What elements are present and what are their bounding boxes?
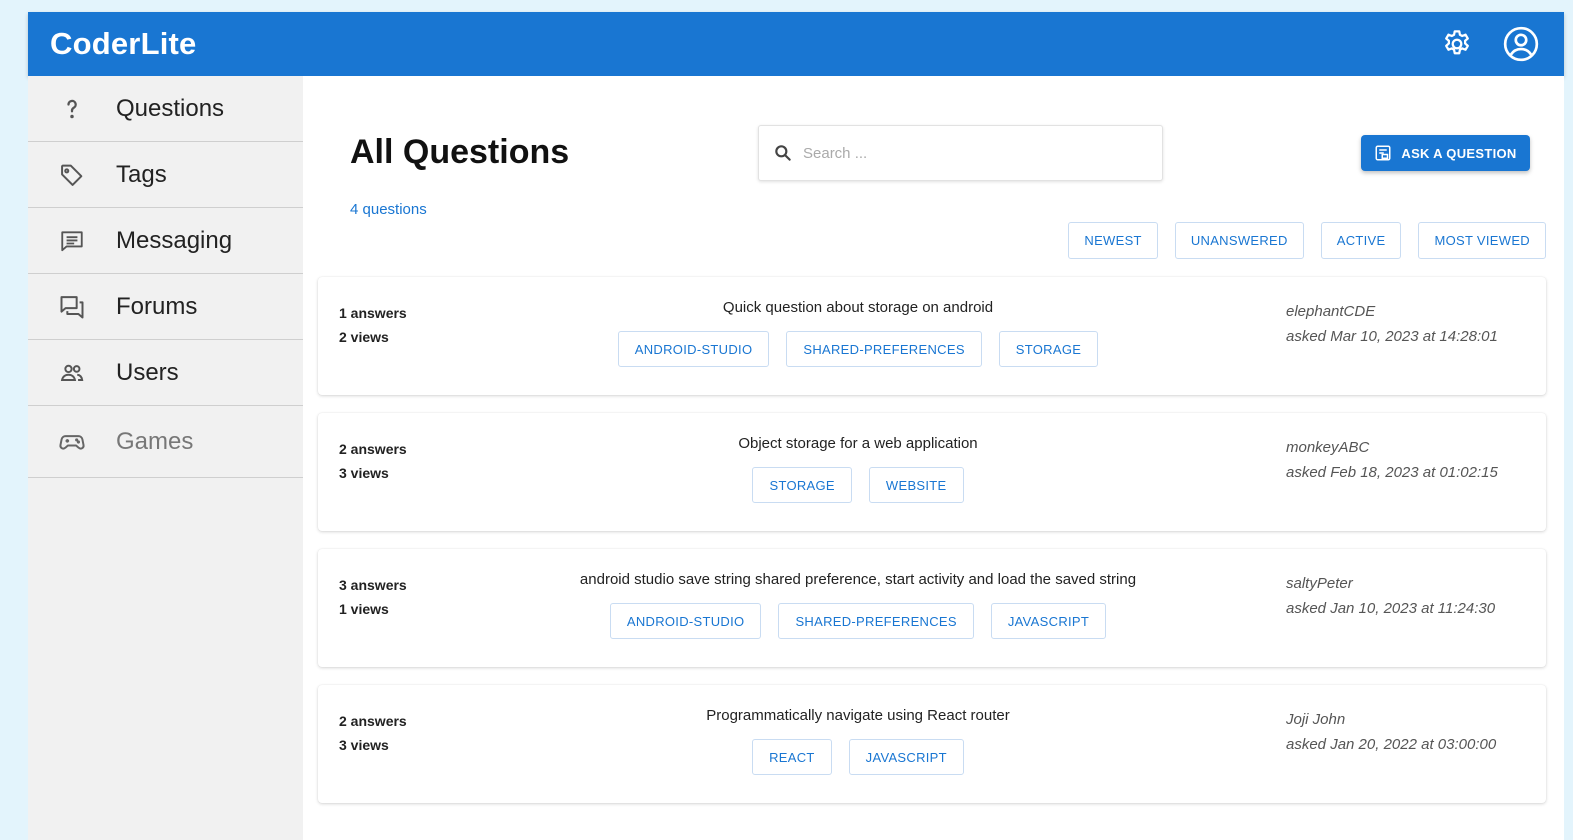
sidebar-item-tags[interactable]: Tags: [28, 142, 303, 208]
gear-icon: [1445, 30, 1469, 55]
sidebar-item-messaging[interactable]: Messaging: [28, 208, 303, 274]
tag-chip[interactable]: JAVASCRIPT: [848, 739, 964, 775]
question-title[interactable]: android studio save string shared prefer…: [518, 571, 1198, 588]
question-stats: 2 answers 3 views: [339, 437, 407, 485]
message-icon: [28, 228, 116, 254]
search-input[interactable]: [803, 144, 1123, 162]
tag-chip[interactable]: SHARED-PREFERENCES: [786, 331, 982, 367]
page-title: All Questions: [350, 133, 570, 171]
search-box[interactable]: [758, 125, 1163, 181]
sidebar-item-label: Messaging: [116, 226, 233, 254]
question-meta: elephantCDE asked Mar 10, 2023 at 14:28:…: [1286, 299, 1526, 349]
filter-unanswered-button[interactable]: UNANSWERED: [1174, 222, 1304, 259]
filter-newest-button[interactable]: NEWEST: [1068, 222, 1158, 259]
answer-count: 1 answers: [339, 305, 407, 321]
question-meta: saltyPeter asked Jan 10, 2023 at 11:24:3…: [1286, 571, 1526, 621]
sidebar-item-forums[interactable]: Forums: [28, 274, 303, 340]
question-stats: 1 answers 2 views: [339, 301, 407, 349]
sidebar-item-label: Tags: [116, 160, 167, 188]
account-circle-icon: [1503, 26, 1539, 62]
asked-date: asked Feb 18, 2023 at 01:02:15: [1286, 464, 1498, 481]
author-name[interactable]: Joji John: [1286, 707, 1526, 732]
sidebar: Questions Tags Messaging Forums Users Ga…: [28, 76, 303, 840]
question-title[interactable]: Object storage for a web application: [518, 435, 1198, 452]
account-button[interactable]: [1500, 23, 1542, 65]
question-mark-icon: [28, 97, 116, 121]
view-count: 3 views: [339, 465, 389, 481]
filter-active-button[interactable]: ACTIVE: [1320, 222, 1402, 259]
main-content: All Questions 4 questions ASK A QUESTION…: [303, 76, 1564, 840]
asked-date: asked Jan 10, 2023 at 11:24:30: [1286, 600, 1496, 617]
question-meta: monkeyABC asked Feb 18, 2023 at 01:02:15: [1286, 435, 1526, 485]
tag-list: STORAGE WEBSITE: [518, 467, 1198, 503]
question-list: 1 answers 2 views Quick question about s…: [318, 277, 1546, 821]
author-name[interactable]: saltyPeter: [1286, 571, 1526, 596]
question-card[interactable]: 2 answers 3 views Object storage for a w…: [318, 413, 1546, 531]
question-card[interactable]: 3 answers 1 views android studio save st…: [318, 549, 1546, 667]
ask-question-button[interactable]: ASK A QUESTION: [1361, 135, 1530, 171]
question-card[interactable]: 1 answers 2 views Quick question about s…: [318, 277, 1546, 395]
tag-chip[interactable]: REACT: [752, 739, 832, 775]
sidebar-item-label: Users: [116, 358, 179, 386]
tag-chip[interactable]: ANDROID-STUDIO: [609, 603, 762, 639]
question-card[interactable]: 2 answers 3 views Programmatically navig…: [318, 685, 1546, 803]
tag-list: REACT JAVASCRIPT: [518, 739, 1198, 775]
answer-count: 3 answers: [339, 577, 407, 593]
answer-count: 2 answers: [339, 441, 407, 457]
search-icon: [775, 145, 791, 161]
question-stats: 2 answers 3 views: [339, 709, 407, 757]
filter-bar: NEWEST UNANSWERED ACTIVE MOST VIEWED: [1068, 222, 1546, 259]
app-title[interactable]: CoderLite: [50, 26, 196, 62]
tag-chip[interactable]: JAVASCRIPT: [990, 603, 1107, 639]
author-name[interactable]: monkeyABC: [1286, 435, 1526, 460]
sidebar-item-users[interactable]: Users: [28, 340, 303, 406]
question-form-icon: [1375, 145, 1391, 161]
tag-chip[interactable]: SHARED-PREFERENCES: [778, 603, 974, 639]
app-bar: CoderLite: [28, 12, 1564, 76]
view-count: 1 views: [339, 601, 389, 617]
tag-chip[interactable]: WEBSITE: [868, 467, 964, 503]
question-count: 4 questions: [350, 201, 427, 218]
settings-button[interactable]: [1436, 23, 1478, 65]
sidebar-item-games[interactable]: Games: [28, 406, 303, 478]
gamepad-icon: [28, 428, 116, 456]
question-title[interactable]: Quick question about storage on android: [518, 299, 1198, 316]
users-icon: [28, 359, 116, 387]
view-count: 2 views: [339, 329, 389, 345]
sidebar-item-questions[interactable]: Questions: [28, 76, 303, 142]
sidebar-item-label: Games: [116, 427, 194, 455]
question-title[interactable]: Programmatically navigate using React ro…: [518, 707, 1198, 724]
view-count: 3 views: [339, 737, 389, 753]
author-name[interactable]: elephantCDE: [1286, 299, 1526, 324]
tag-chip[interactable]: STORAGE: [998, 331, 1099, 367]
sidebar-item-label: Questions: [116, 94, 225, 122]
answer-count: 2 answers: [339, 713, 407, 729]
forum-icon: [28, 293, 116, 321]
tag-list: ANDROID-STUDIO SHARED-PREFERENCES JAVASC…: [518, 603, 1198, 639]
question-meta: Joji John asked Jan 20, 2022 at 03:00:00: [1286, 707, 1526, 757]
filter-most-viewed-button[interactable]: MOST VIEWED: [1418, 222, 1546, 259]
asked-date: asked Jan 20, 2022 at 03:00:00: [1286, 736, 1497, 753]
tag-icon: [28, 161, 116, 189]
asked-date: asked Mar 10, 2023 at 14:28:01: [1286, 328, 1498, 345]
tag-chip[interactable]: ANDROID-STUDIO: [617, 331, 770, 367]
ask-question-label: ASK A QUESTION: [1401, 145, 1517, 161]
tag-list: ANDROID-STUDIO SHARED-PREFERENCES STORAG…: [518, 331, 1198, 367]
tag-chip[interactable]: STORAGE: [752, 467, 852, 503]
sidebar-item-label: Forums: [116, 292, 198, 320]
question-stats: 3 answers 1 views: [339, 573, 407, 621]
